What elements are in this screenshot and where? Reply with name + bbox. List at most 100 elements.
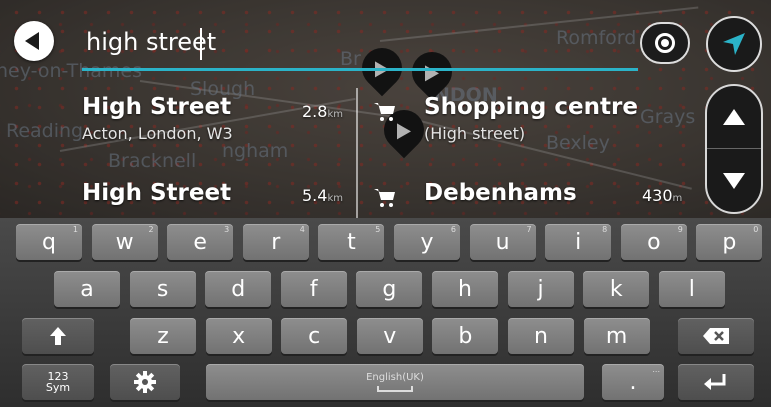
key-l[interactable]: l — [658, 271, 725, 307]
on-screen-keyboard: q1w2e3r4t5y6u7i8o9p0 asdfghjkl zxcvbnm 1… — [0, 218, 771, 407]
shift-arrow-icon — [50, 327, 66, 345]
space-bar-icon — [377, 386, 413, 392]
key-d[interactable]: d — [205, 271, 272, 307]
key-label: b — [458, 323, 473, 349]
key-s[interactable]: s — [129, 271, 196, 307]
backspace-key[interactable] — [678, 318, 754, 354]
key-label: s — [156, 276, 169, 302]
key-label: q — [42, 229, 56, 255]
period-key[interactable]: . ... — [602, 364, 664, 400]
key-i[interactable]: i8 — [545, 224, 612, 260]
key-label: a — [80, 276, 94, 302]
key-label: z — [157, 323, 169, 349]
key-y[interactable]: y6 — [394, 224, 460, 260]
key-h[interactable]: h — [432, 271, 498, 307]
scroll-up-button[interactable] — [707, 86, 761, 149]
key-label: r — [271, 229, 281, 255]
result-distance: 2.8km — [302, 102, 343, 121]
key-n[interactable]: n — [508, 318, 574, 354]
result-subtitle: (High street) — [424, 124, 526, 143]
key-q[interactable]: q1 — [16, 224, 82, 260]
key-hint: 9 — [677, 225, 683, 234]
navigation-search-screen: Romford Grays Slough Reading Bracknell B… — [0, 0, 771, 407]
period-key-hint: ... — [652, 365, 660, 374]
key-hint: 1 — [72, 225, 78, 234]
backspace-icon — [703, 328, 729, 344]
space-key[interactable]: English(UK) — [206, 364, 584, 400]
results-column-divider — [356, 88, 358, 218]
back-arrow-icon — [25, 32, 39, 50]
key-hint: 3 — [224, 225, 230, 234]
key-b[interactable]: b — [432, 318, 499, 354]
results-scroll-control — [705, 84, 763, 214]
distance-value: 5.4 — [302, 186, 328, 205]
key-u[interactable]: u7 — [469, 224, 536, 260]
key-e[interactable]: e3 — [167, 224, 234, 260]
key-m[interactable]: m — [583, 318, 650, 354]
key-label: d — [231, 276, 246, 302]
key-o[interactable]: o9 — [620, 224, 687, 260]
key-label: e — [193, 229, 207, 255]
key-label: w — [115, 229, 134, 255]
key-label: y — [420, 229, 434, 255]
key-hint: 6 — [450, 225, 456, 234]
key-label: c — [308, 323, 321, 349]
key-label: i — [575, 229, 582, 255]
result-item-high-street-acton[interactable]: High Street Acton, London, W3 2.8km — [82, 94, 343, 143]
distance-unit: km — [327, 193, 343, 204]
key-hint: 8 — [602, 225, 608, 234]
key-x[interactable]: x — [205, 318, 272, 354]
settings-key[interactable] — [110, 364, 180, 400]
key-label: j — [537, 276, 544, 302]
key-w[interactable]: w2 — [91, 224, 158, 260]
key-z[interactable]: z — [130, 318, 196, 354]
key-label: u — [495, 229, 510, 255]
result-item-shopping-centre[interactable]: Shopping centre (High street) — [424, 94, 694, 143]
key-label: m — [605, 323, 628, 349]
result-title: Shopping centre — [424, 94, 638, 120]
key-r[interactable]: r4 — [242, 224, 309, 260]
result-item-debenhams[interactable]: Debenhams 430m — [424, 180, 694, 206]
key-k[interactable]: k — [583, 271, 650, 307]
navigation-arrow-icon — [723, 33, 745, 55]
key-label: p — [722, 229, 737, 255]
key-p[interactable]: p0 — [696, 224, 763, 260]
result-subtitle: Acton, London, W3 — [82, 124, 233, 143]
search-query-text: high street — [86, 28, 217, 56]
text-caret — [200, 28, 202, 60]
key-label: t — [347, 229, 356, 255]
symbols-key[interactable]: 123 Sym — [22, 364, 94, 400]
result-item-high-street-2[interactable]: High Street 5.4km — [82, 180, 343, 206]
enter-arrow-icon — [704, 374, 726, 390]
key-a[interactable]: a — [54, 271, 120, 307]
key-f[interactable]: f — [280, 271, 347, 307]
distance-unit: m — [672, 193, 683, 204]
key-hint: 0 — [753, 225, 759, 234]
space-key-language: English(UK) — [366, 372, 424, 383]
key-g[interactable]: g — [356, 271, 423, 307]
search-input[interactable]: high street — [82, 22, 638, 71]
enter-key[interactable] — [678, 364, 754, 400]
period-key-label: . — [629, 369, 637, 395]
key-v[interactable]: v — [356, 318, 423, 354]
location-pin-icon — [655, 33, 675, 53]
distance-value: 2.8 — [302, 102, 328, 121]
key-c[interactable]: c — [281, 318, 348, 354]
cart-icon — [374, 189, 395, 207]
key-j[interactable]: j — [507, 271, 574, 307]
key-label: n — [534, 323, 548, 349]
back-button[interactable] — [14, 21, 54, 61]
chevron-down-icon — [723, 172, 745, 189]
result-distance: 430m — [642, 186, 682, 205]
search-location-button[interactable] — [640, 22, 690, 64]
shift-key[interactable] — [22, 318, 94, 354]
key-t[interactable]: t5 — [318, 224, 385, 260]
key-label: l — [688, 276, 695, 302]
key-hint: 7 — [526, 225, 532, 234]
key-label: f — [309, 276, 318, 302]
navigate-button[interactable] — [706, 16, 762, 72]
scroll-down-button[interactable] — [707, 149, 761, 212]
symbols-key-line2: Sym — [45, 381, 71, 394]
key-hint: 5 — [375, 225, 381, 234]
key-label: h — [458, 276, 472, 302]
